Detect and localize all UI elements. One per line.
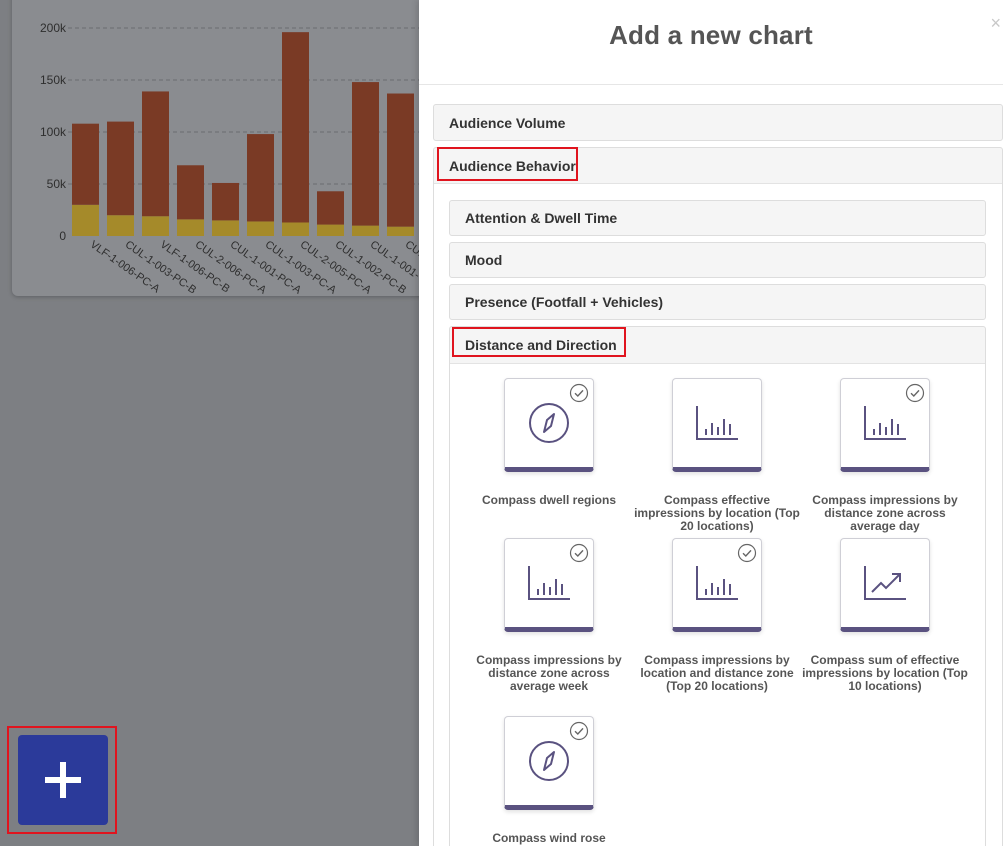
tile-card[interactable] [672, 538, 762, 632]
y-tick-label: 100k [40, 125, 67, 139]
close-icon[interactable]: × [990, 14, 1001, 32]
tile-label: Compass effective impressions by locatio… [634, 493, 800, 533]
trend-chart-icon [864, 566, 906, 600]
panel-header: Add a new chart × [419, 0, 1003, 85]
bar-segment[interactable] [177, 219, 204, 236]
accordion-header-distance[interactable]: Distance and Direction [450, 327, 985, 363]
add-chart-panel: Add a new chart × Audience Volume Audien… [419, 0, 1003, 846]
bar-segment[interactable] [317, 191, 344, 225]
bar-segment[interactable] [247, 221, 274, 236]
bar-chart-icon [864, 406, 906, 440]
y-tick-label: 200k [40, 21, 67, 35]
bar-segment[interactable] [107, 215, 134, 236]
bar-chart-icon [696, 566, 738, 600]
accordion-header-audience-behavior[interactable]: Audience Behavior [434, 148, 1002, 183]
add-chart-button[interactable] [18, 735, 108, 825]
checkmark-circle-icon [737, 543, 757, 563]
accordion-header-attention[interactable]: Attention & Dwell Time [450, 201, 985, 235]
tile-compass-effective-impressions-location[interactable]: Compass effective impressions by locatio… [632, 378, 802, 533]
bar-segment[interactable] [212, 220, 239, 236]
audience-behavior-content: Attention & Dwell Time Mood Presence (Fo… [434, 183, 1002, 846]
panel-title: Add a new chart [609, 19, 813, 50]
bar-chart-icon [696, 406, 738, 440]
accordion-mood[interactable]: Mood [449, 242, 986, 278]
bar-segment[interactable] [72, 123, 99, 205]
bar-segment[interactable] [387, 93, 414, 227]
checkmark-circle-icon [569, 543, 589, 563]
bar-segment[interactable] [72, 204, 99, 236]
tile-compass-sum-effective-impressions[interactable]: Compass sum of effective impressions by … [800, 538, 970, 693]
tile-compass-impressions-average-week[interactable]: Compass impressions by distance zone acr… [464, 538, 634, 693]
tile-label: Compass impressions by location and dist… [640, 653, 794, 693]
tile-compass-dwell-regions[interactable]: Compass dwell regions [464, 378, 634, 507]
y-tick-label: 50k [47, 177, 67, 191]
bar-segment[interactable] [317, 224, 344, 236]
accordion-header-presence[interactable]: Presence (Footfall + Vehicles) [450, 285, 985, 319]
checkmark-circle-icon [905, 383, 925, 403]
tile-card[interactable] [840, 378, 930, 472]
bar-chart-icon [528, 566, 570, 600]
y-tick-label: 0 [59, 229, 66, 243]
x-tick-label: CUL [403, 239, 419, 261]
bar-segment[interactable] [212, 182, 239, 221]
tile-label: Compass dwell regions [481, 493, 617, 507]
chart-category-accordion: Audience Volume Audience Behavior Attent… [433, 104, 1003, 846]
tile-label: Compass sum of effective impressions by … [802, 653, 968, 693]
bar-segment[interactable] [387, 226, 414, 236]
accordion-audience-behavior[interactable]: Audience Behavior Attention & Dwell Time… [433, 147, 1003, 846]
bar-segment[interactable] [352, 82, 379, 226]
accordion-audience-volume[interactable]: Audience Volume [433, 104, 1003, 141]
tile-compass-wind-rose[interactable]: Compass wind rose [464, 716, 634, 845]
checkmark-circle-icon [569, 721, 589, 741]
checkmark-circle-icon [569, 383, 589, 403]
tile-card[interactable] [504, 716, 594, 810]
compass-icon [529, 403, 569, 443]
y-tick-label: 150k [40, 73, 67, 87]
chart-tile-grid: Compass dwell regions Compass effective … [450, 363, 985, 846]
tile-compass-impressions-location-zone[interactable]: Compass impressions by location and dist… [632, 538, 802, 693]
stacked-bar-chart: 200k150k100k50k0VLF-1-006-PC-ACUL-1-003-… [40, 21, 419, 297]
accordion-distance-direction[interactable]: Distance and Direction Compass dwell reg… [449, 326, 986, 846]
bar-segment[interactable] [142, 216, 169, 236]
bar-segment[interactable] [282, 32, 309, 223]
bar-segment[interactable] [142, 91, 169, 217]
tile-compass-impressions-average-day[interactable]: Compass impressions by distance zone acr… [800, 378, 970, 533]
tile-label: Compass impressions by distance zone acr… [476, 653, 622, 693]
accordion-attention-dwell[interactable]: Attention & Dwell Time [449, 200, 986, 236]
accordion-header-audience-volume[interactable]: Audience Volume [434, 105, 1002, 140]
bar-segment[interactable] [352, 225, 379, 236]
tile-label: Compass impressions by distance zone acr… [812, 493, 958, 533]
tile-card[interactable] [504, 538, 594, 632]
tile-card[interactable] [672, 378, 762, 472]
bar-segment[interactable] [107, 121, 134, 216]
bar-segment[interactable] [282, 222, 309, 236]
bar-segment[interactable] [177, 165, 204, 220]
tile-card[interactable] [840, 538, 930, 632]
accordion-header-mood[interactable]: Mood [450, 243, 985, 277]
bar-segment[interactable] [247, 134, 274, 222]
tile-label: Compass wind rose [492, 831, 606, 845]
tile-card[interactable] [504, 378, 594, 472]
plus-icon [45, 762, 81, 798]
accordion-presence[interactable]: Presence (Footfall + Vehicles) [449, 284, 986, 320]
compass-icon [529, 741, 569, 781]
